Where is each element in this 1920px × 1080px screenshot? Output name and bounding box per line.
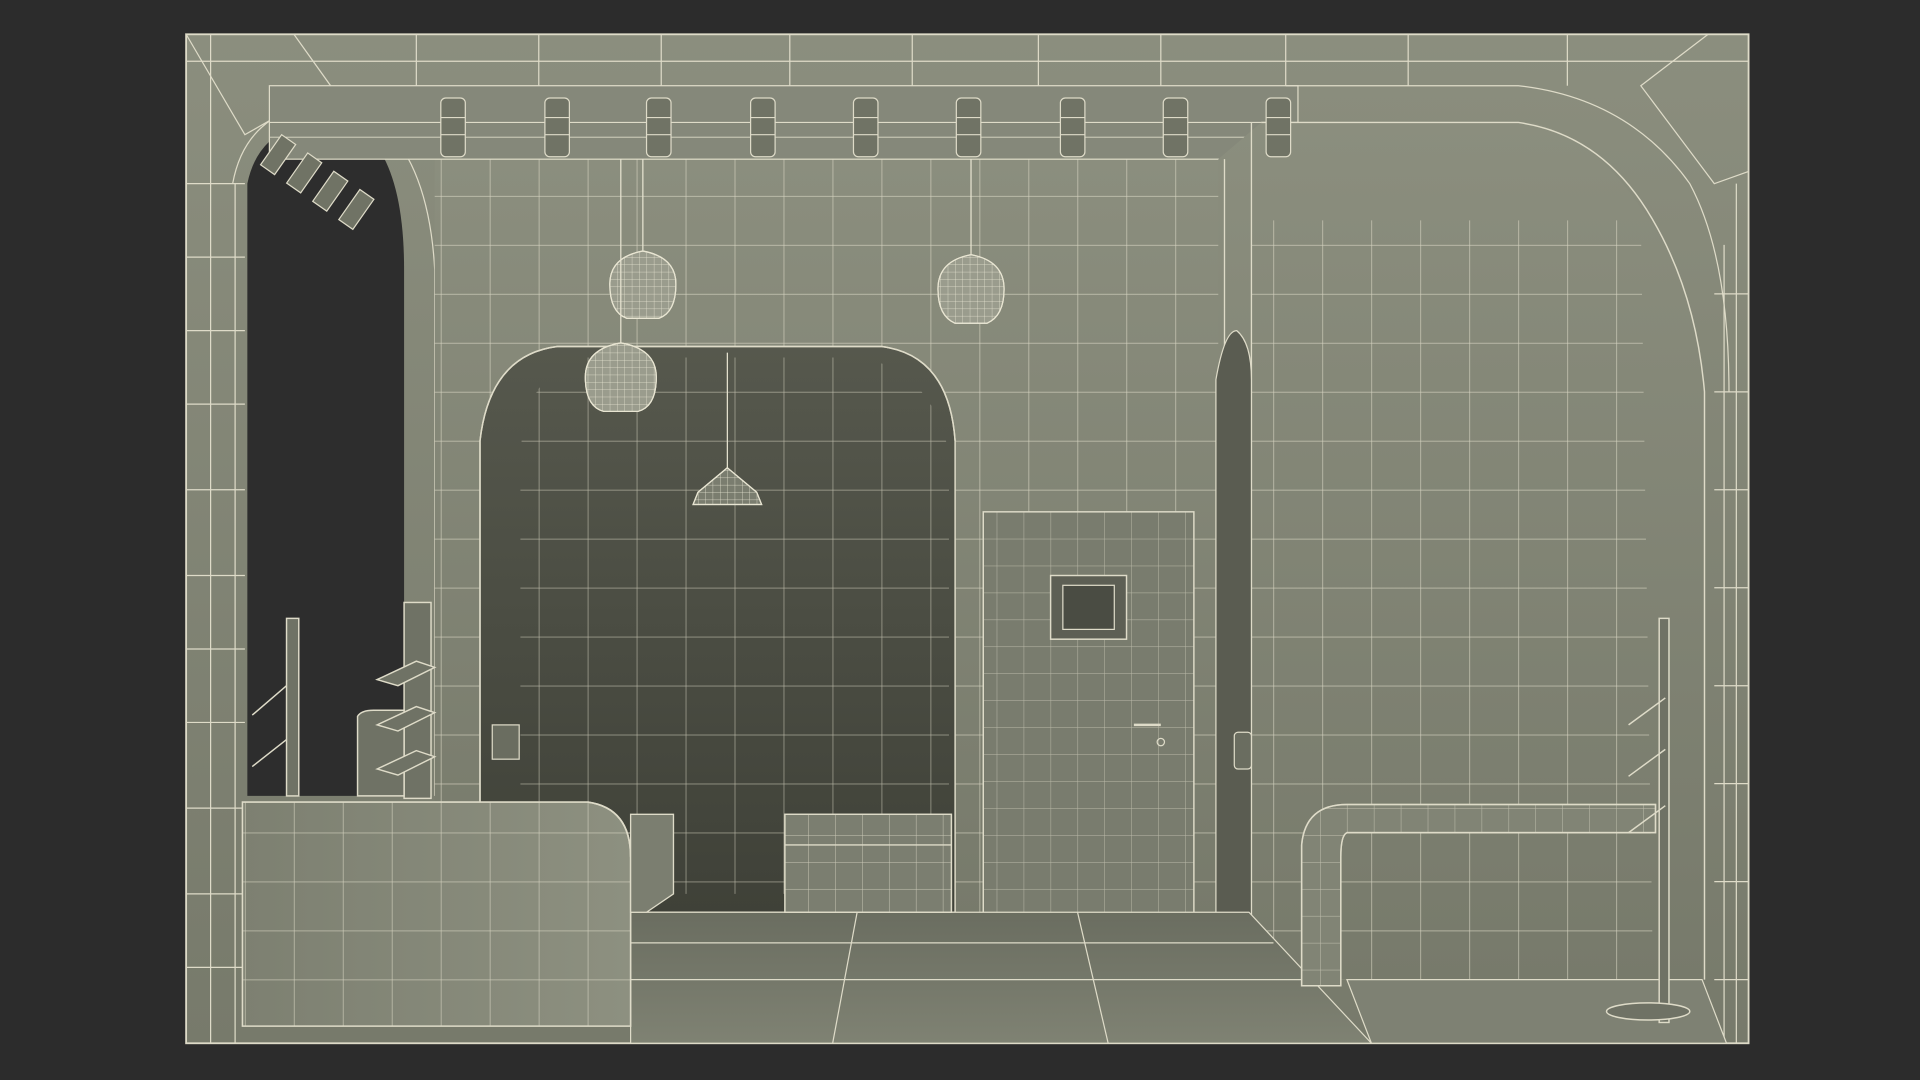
ceiling-beam — [268, 85, 1299, 160]
right-wall — [1218, 85, 1730, 980]
spotlight — [440, 97, 466, 158]
spotlight — [1265, 97, 1292, 158]
spotlight — [955, 97, 982, 158]
spotlight — [750, 97, 776, 158]
right-narrow-arch — [1215, 329, 1253, 932]
left-opening — [247, 122, 405, 796]
spotlight — [645, 97, 672, 158]
spotlight — [544, 97, 570, 158]
reception-counter — [241, 801, 632, 1027]
spotlight — [1162, 97, 1189, 158]
spotlight — [852, 97, 879, 158]
spotlight — [1059, 97, 1086, 158]
door — [982, 511, 1195, 920]
wireframe-booth-render — [0, 0, 1920, 1080]
